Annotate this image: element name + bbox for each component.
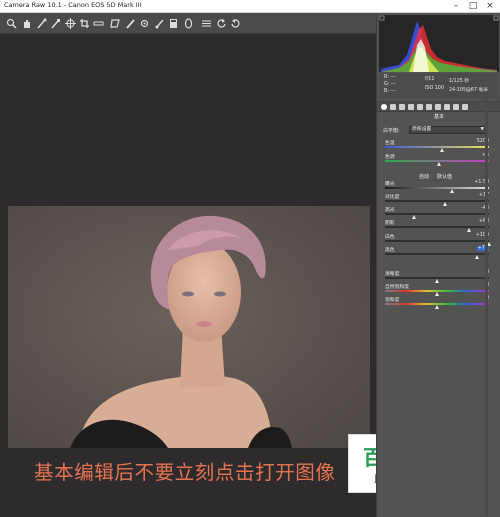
spot-removal-icon[interactable] xyxy=(125,18,136,29)
white-balance-value: 原照设置 xyxy=(412,127,432,132)
rgb-b: B: --- xyxy=(384,89,396,94)
chevron-down-icon: ▼ xyxy=(480,127,484,132)
white-balance-select[interactable]: 原照设置 ▼ xyxy=(409,126,487,134)
iso: ISO 100 xyxy=(425,86,444,91)
rgb-r: R: --- xyxy=(384,75,396,80)
slider-track[interactable] xyxy=(385,187,489,189)
tab-split-toning-icon[interactable] xyxy=(417,104,423,110)
tab-detail-icon[interactable] xyxy=(399,104,405,110)
white-balance-icon[interactable] xyxy=(36,18,47,29)
hand-icon[interactable] xyxy=(21,18,32,29)
preview-canvas[interactable] xyxy=(0,34,376,517)
color-sampler-icon[interactable] xyxy=(50,18,61,29)
slider-label: 自然饱和度 xyxy=(385,285,409,290)
crop-icon[interactable] xyxy=(79,18,90,29)
tab-basic-icon[interactable] xyxy=(381,104,387,110)
slider-track[interactable] xyxy=(385,253,489,255)
preferences-icon[interactable] xyxy=(201,18,212,29)
graduated-filter-icon[interactable] xyxy=(168,18,179,29)
histogram xyxy=(379,15,499,72)
minimize-icon[interactable]: – xyxy=(448,1,464,12)
aperture: f/11 xyxy=(425,77,435,82)
slider-label: 高光 xyxy=(385,208,395,213)
slider-knob[interactable] xyxy=(466,228,471,232)
section-title: 基本 xyxy=(433,114,444,120)
white-balance-label: 白平衡: xyxy=(383,128,400,134)
radial-filter-icon[interactable] xyxy=(183,18,194,29)
slider-row[interactable]: 对比度 +17 xyxy=(385,193,489,206)
targeted-adjustment-icon[interactable] xyxy=(65,18,76,29)
slider-label: 色温 xyxy=(385,141,395,146)
slider-knob[interactable] xyxy=(434,305,439,309)
slider-row[interactable]: 阴影 +63 xyxy=(385,219,489,232)
slider-track[interactable] xyxy=(385,146,489,148)
slider-row[interactable]: 色温 5200 xyxy=(385,139,489,152)
adjustment-panel: R: --- G: --- B: --- f/11 1/125 秒 ISO 10… xyxy=(376,13,500,517)
auto-button[interactable]: 自动 xyxy=(419,173,429,180)
slider-label: 曝光 xyxy=(385,182,395,187)
toolbar xyxy=(0,13,376,34)
red-eye-icon[interactable] xyxy=(139,18,150,29)
slider-label: 色调 xyxy=(385,155,395,160)
panel-scrollbar[interactable] xyxy=(485,96,488,516)
tab-camera-icon[interactable] xyxy=(444,104,450,110)
title-bar: Camera Raw 10.1 - Canon EOS 5D Mark III … xyxy=(0,0,500,13)
straighten-icon[interactable] xyxy=(93,18,104,29)
default-button[interactable]: 默认值 xyxy=(437,173,452,180)
tab-presets-icon[interactable] xyxy=(453,104,459,110)
slider-row[interactable]: 黑色 +78 xyxy=(385,246,489,259)
adjustment-brush-icon[interactable] xyxy=(154,18,165,29)
slider-track[interactable] xyxy=(385,200,489,202)
lens: 24-105@67 毫米 xyxy=(449,88,489,93)
rotate-left-icon[interactable] xyxy=(216,18,227,29)
transform-icon[interactable] xyxy=(110,18,121,29)
camera-info: R: --- G: --- B: --- f/11 1/125 秒 ISO 10… xyxy=(379,73,499,99)
slider-label: 饱和度 xyxy=(385,298,400,303)
slider-row[interactable]: 白色 +100 xyxy=(385,233,491,246)
zoom-icon[interactable] xyxy=(6,18,17,29)
slider-knob[interactable] xyxy=(439,148,444,152)
slider-knob[interactable] xyxy=(436,162,441,166)
tab-effects-icon[interactable] xyxy=(435,104,441,110)
tab-hsl-icon[interactable] xyxy=(408,104,414,110)
slider-label: 阴影 xyxy=(385,221,395,226)
slider-row[interactable]: 曝光 +1.50 xyxy=(385,180,489,193)
close-icon[interactable]: × xyxy=(482,1,498,12)
tutorial-caption: 基本编辑后不要立刻点击打开图像 xyxy=(34,461,336,484)
slider-label: 对比度 xyxy=(385,195,400,200)
slider-track[interactable] xyxy=(385,213,489,215)
rotate-right-icon[interactable] xyxy=(230,18,241,29)
slider-label: 白色 xyxy=(385,235,395,240)
slider-track[interactable] xyxy=(385,226,489,228)
rgb-g: G: --- xyxy=(384,82,397,87)
slider-knob[interactable] xyxy=(475,255,480,259)
slider-row[interactable]: 饱和度0 xyxy=(385,296,489,309)
maximize-icon[interactable]: □ xyxy=(465,1,481,12)
tab-snapshots-icon[interactable] xyxy=(462,104,468,110)
panel-tabs xyxy=(377,101,500,112)
slider-label: 清晰度 xyxy=(385,272,400,277)
slider-row[interactable]: 自然饱和度0 xyxy=(385,283,489,296)
slider-row[interactable]: 高光-44 xyxy=(385,206,489,219)
shutter-speed: 1/125 秒 xyxy=(449,79,470,84)
slider-label: 黑色 xyxy=(385,248,395,253)
slider-track[interactable] xyxy=(385,240,489,242)
slider-row[interactable]: 色调+5 xyxy=(385,153,489,166)
tab-lens-icon[interactable] xyxy=(426,104,432,110)
slider-row[interactable]: 清晰度0 xyxy=(385,270,489,283)
preview-photo xyxy=(8,206,370,448)
tab-tone-curve-icon[interactable] xyxy=(390,104,396,110)
window-title: Camera Raw 10.1 - Canon EOS 5D Mark III xyxy=(4,1,142,9)
